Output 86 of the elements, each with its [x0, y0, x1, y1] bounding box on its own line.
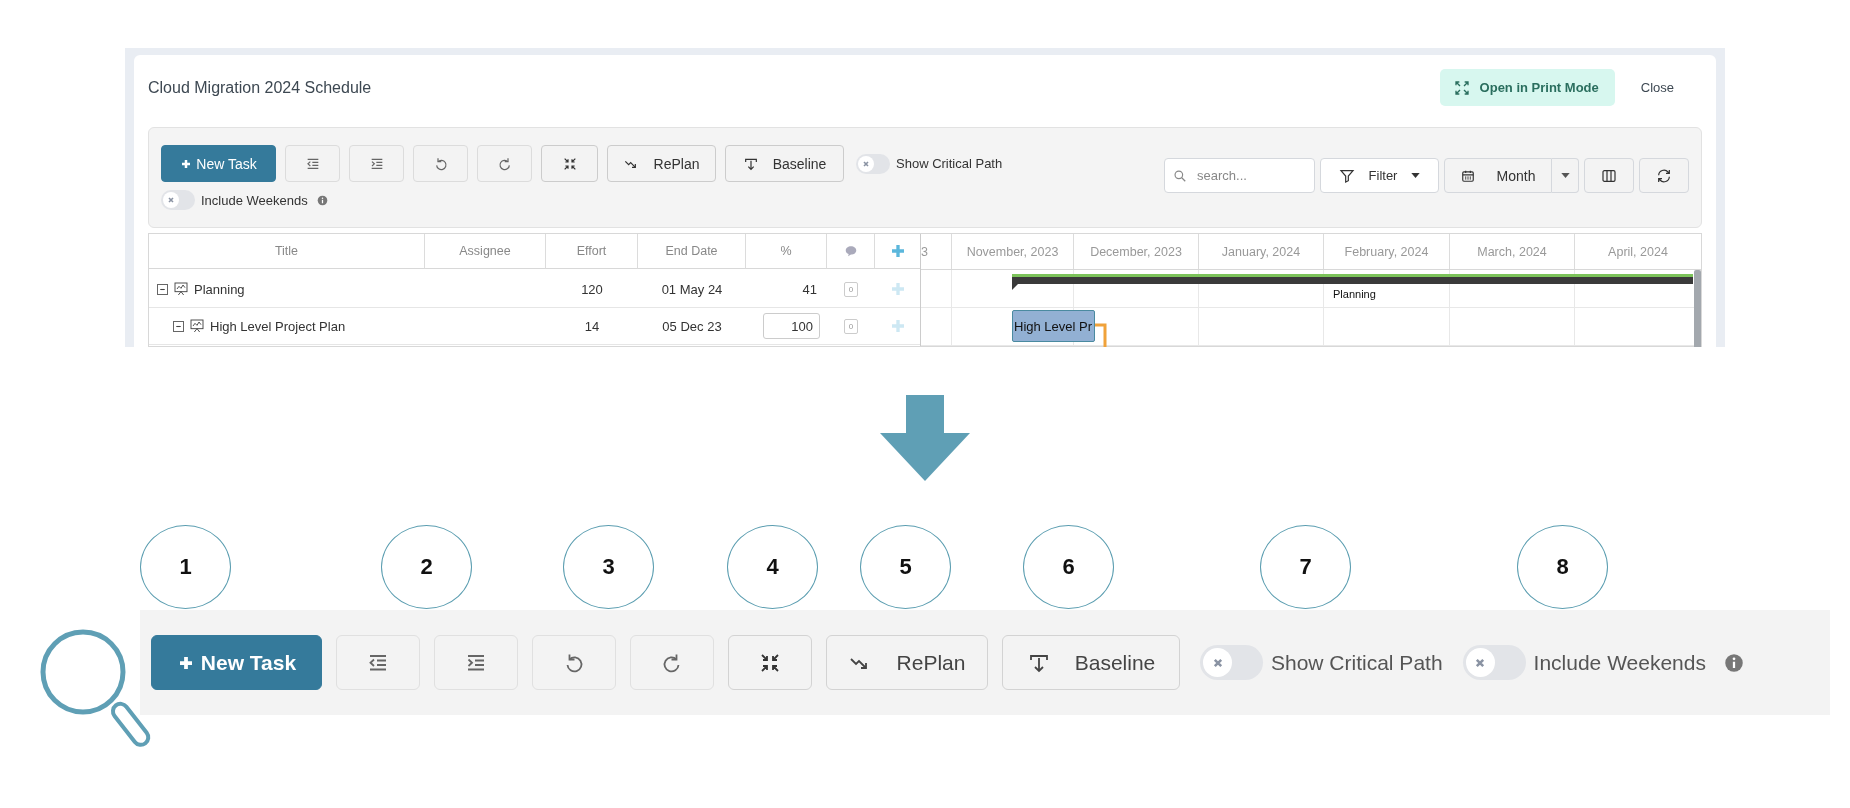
callout-number: 3: [563, 525, 654, 609]
plus-icon: [180, 157, 193, 170]
callout-number: 4: [727, 525, 818, 609]
table-cell: 120: [581, 281, 603, 297]
search-field[interactable]: search...: [1164, 158, 1315, 193]
columns-icon: [1601, 167, 1617, 184]
toggle-switch[interactable]: [1462, 645, 1526, 680]
callout-number: 7: [1260, 525, 1351, 609]
toggle-label: Show Critical Path: [896, 156, 1003, 171]
redo-icon: [496, 155, 513, 172]
chart-board-icon: [173, 281, 189, 297]
collapse-button[interactable]: [728, 635, 812, 690]
comment-icon: [843, 244, 858, 258]
search-icon: [1173, 169, 1187, 183]
summary-bar[interactable]: [1012, 274, 1693, 290]
toggle-switch[interactable]: [1200, 645, 1263, 680]
dependency-line: [1095, 323, 1109, 347]
schedule-title: Cloud Migration 2024 Schedule: [148, 78, 372, 97]
column-header: Title: [149, 234, 425, 269]
timeline-header: January, 2024: [1199, 234, 1324, 269]
funnel-icon: [1338, 167, 1355, 184]
task-bar[interactable]: High Level Pr: [1012, 310, 1095, 342]
timeline-header: December, 2023: [1074, 234, 1199, 269]
scrollbar[interactable]: [1694, 270, 1701, 347]
toggle-label: Show Critical Path: [1271, 650, 1443, 675]
table-cell: 14: [584, 318, 600, 334]
add-icon[interactable]: [889, 318, 906, 334]
outdent-button[interactable]: [336, 635, 420, 690]
column-header: Assignee: [425, 234, 546, 269]
view-dropdown-button[interactable]: [1552, 158, 1579, 193]
indent-button[interactable]: [434, 635, 518, 690]
callout-number: 6: [1023, 525, 1114, 609]
refresh-button[interactable]: [1639, 158, 1689, 193]
bar-label: Planning: [1333, 288, 1376, 300]
baseline-button[interactable]: Baseline: [725, 145, 844, 182]
tree-toggle[interactable]: [173, 320, 184, 332]
toggle-switch[interactable]: [856, 153, 890, 174]
print-mode-button[interactable]: Open in Print Mode: [1439, 69, 1615, 106]
task-title: Planning: [194, 281, 245, 297]
timeline-header: November, 2023: [952, 234, 1074, 269]
task-title: High Level Project Plan: [210, 318, 346, 334]
x-icon: [166, 195, 176, 205]
callout-number: 1: [140, 525, 231, 609]
new-task-button[interactable]: New Task: [151, 635, 322, 690]
toggle-switch[interactable]: [161, 190, 195, 210]
column-header: %: [746, 234, 827, 269]
toggle-label: Include Weekends: [1533, 650, 1706, 675]
callout-number: 8: [1517, 525, 1608, 609]
add-column-icon: [889, 243, 906, 259]
redo-button[interactable]: [630, 635, 714, 690]
baseline-button[interactable]: Baseline: [1002, 635, 1180, 690]
timeline-header: March, 2024: [1450, 234, 1575, 269]
undo-button[interactable]: [413, 145, 468, 182]
calendar-icon: [1460, 168, 1475, 183]
timeline-header: 3: [921, 234, 952, 269]
filter-dropdown[interactable]: Filter: [1320, 158, 1439, 193]
columns-button[interactable]: [1584, 158, 1634, 193]
expand-arrows-icon: [1453, 79, 1470, 96]
down-arrow-icon: [880, 395, 970, 481]
view-mode-button[interactable]: Month: [1444, 158, 1552, 193]
x-icon: [861, 158, 871, 169]
timeline-header: February, 2024: [1324, 234, 1450, 269]
replan-button[interactable]: RePlan: [826, 635, 988, 690]
column-header: End Date: [638, 234, 746, 269]
refresh-icon: [1656, 167, 1672, 184]
close-button[interactable]: Close: [1634, 79, 1680, 96]
chart-board-icon: [189, 318, 205, 334]
replan-button[interactable]: RePlan: [607, 145, 716, 182]
undo-button[interactable]: [532, 635, 616, 690]
callout-number: 5: [860, 525, 951, 609]
callout-number: 2: [381, 525, 472, 609]
table-cell: 05 Dec 23: [662, 318, 722, 334]
timeline-header: April, 2024: [1607, 243, 1669, 261]
tree-toggle[interactable]: [157, 283, 168, 295]
percent-input-field[interactable]: 100: [763, 313, 820, 339]
column-header: Effort: [546, 234, 638, 269]
table-cell: 01 May 24: [661, 281, 723, 297]
toggle-label: Include Weekends: [201, 192, 308, 208]
new-task-button[interactable]: New Task: [161, 145, 276, 182]
outdent-button[interactable]: [285, 145, 340, 182]
indent-button[interactable]: [349, 145, 404, 182]
caret-icon: [1560, 173, 1570, 178]
table-cell: 41: [802, 281, 817, 297]
redo-button[interactable]: [477, 145, 532, 182]
caret-icon: [1411, 173, 1421, 178]
add-icon[interactable]: [889, 281, 906, 297]
